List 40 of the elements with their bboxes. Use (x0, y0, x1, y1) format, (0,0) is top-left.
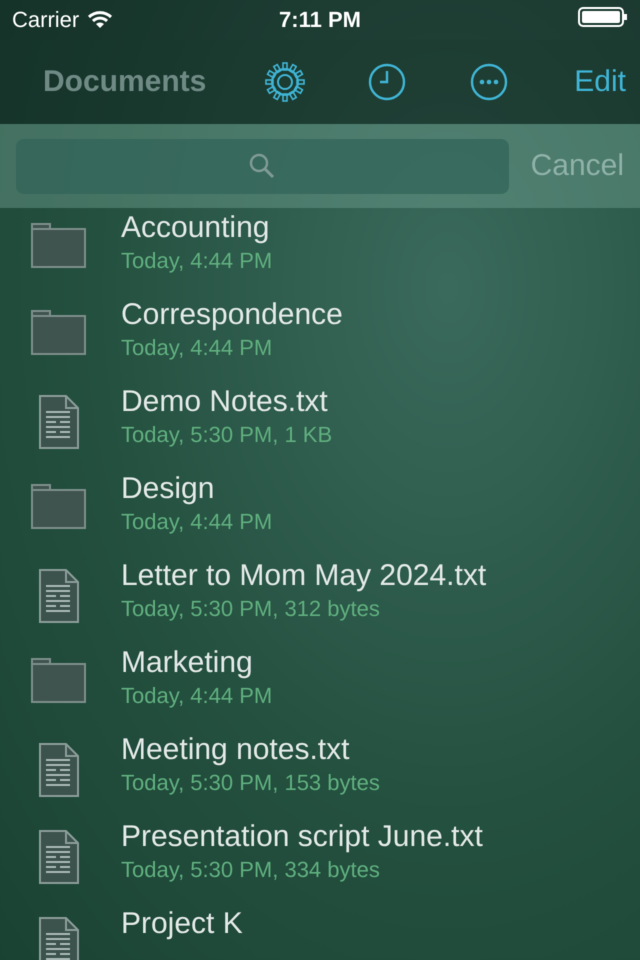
item-details: Today, 5:30 PM, 312 bytes (121, 594, 380, 623)
item-details: Today, 5:30 PM, 153 bytes (121, 768, 380, 797)
clock-time: 7:11 PM (279, 7, 361, 32)
file-row[interactable]: Project K (0, 906, 640, 960)
search-icon (248, 152, 276, 180)
battery-icon (578, 6, 628, 28)
item-name: Design (121, 470, 214, 507)
screen-title: Documents (43, 65, 206, 100)
file-row[interactable]: Correspondence Today, 4:44 PM (0, 296, 640, 384)
item-details: Today, 4:44 PM (121, 682, 272, 710)
carrier-name: Carrier (12, 7, 80, 33)
search-field[interactable] (16, 138, 509, 194)
document-icon (38, 916, 80, 960)
item-name: Meeting notes.txt (121, 732, 350, 768)
item-name: Marketing (121, 644, 253, 681)
item-name: Presentation script June.txt (121, 818, 483, 855)
item-details: Today, 5:30 PM, 334 bytes (121, 856, 380, 884)
file-row[interactable]: Presentation script June.txt Today, 5:30 PM, 334 bytes (0, 818, 640, 906)
item-details: Today, 5:30 PM, 1 KB (121, 420, 332, 449)
item-name: Correspondence (121, 296, 343, 333)
document-icon (38, 394, 80, 450)
document-icon (38, 828, 80, 885)
item-details: Today, 4:44 PM (121, 334, 272, 362)
file-row[interactable]: Letter to Mom May 2024.txt Today, 5:30 PM, 312 bytes (0, 558, 640, 645)
item-name: Accounting (121, 210, 270, 246)
settings-icon[interactable] (264, 61, 306, 104)
item-name: Project K (121, 906, 243, 942)
wifi-icon (87, 10, 114, 30)
item-name: Letter to Mom May 2024.txt (121, 558, 486, 594)
file-row[interactable]: Demo Notes.txt Today, 5:30 PM, 1 KB (0, 384, 640, 471)
file-row[interactable]: Accounting Today, 4:44 PM (0, 210, 640, 297)
document-icon (38, 742, 80, 798)
document-icon (38, 568, 80, 624)
item-name: Demo Notes.txt (121, 384, 328, 420)
item-details: Today, 4:44 PM (121, 246, 272, 275)
file-row[interactable]: Marketing Today, 4:44 PM (0, 644, 640, 732)
file-row[interactable]: Meeting notes.txt Today, 5:30 PM, 153 bytes (0, 732, 640, 819)
edit-button[interactable]: Edit (574, 65, 626, 100)
item-details: Today, 4:44 PM (121, 508, 272, 536)
file-row[interactable]: Design Today, 4:44 PM (0, 470, 640, 558)
